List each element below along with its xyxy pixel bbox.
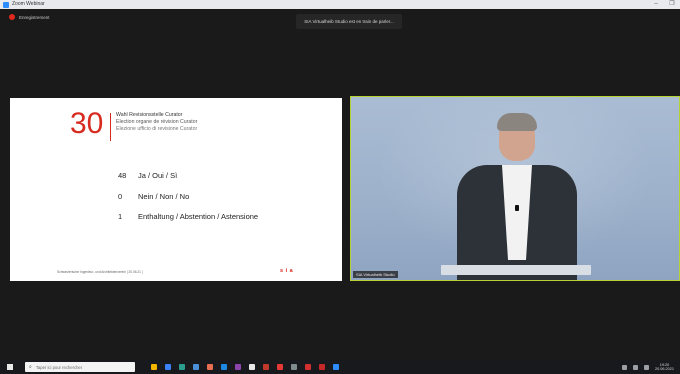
vote-row-no: 0 Nein / Non / No <box>118 192 189 201</box>
taskbar-app-icon[interactable] <box>221 364 227 370</box>
title-italian: Elezione ufficio di revisione Curator <box>116 125 198 132</box>
vote-label: Ja / Oui / Sì <box>138 171 178 180</box>
window-title: Zoom Webinar <box>12 1 45 7</box>
slide-titles: Wahl Revisionsstelle Curator Election or… <box>116 112 197 132</box>
clock[interactable]: 19:20 20.06.2021 <box>655 363 674 372</box>
taskbar-app-icon[interactable] <box>179 364 185 370</box>
network-icon[interactable] <box>621 364 627 370</box>
search-icon: ⌕ <box>29 364 32 370</box>
lectern-papers <box>441 265 591 275</box>
windows-start-icon[interactable] <box>7 364 13 370</box>
taskbar-app-icon[interactable] <box>305 364 311 370</box>
window-title-bar: Zoom Webinar – ❐ <box>0 0 680 9</box>
vote-row-yes: 48 Ja / Oui / Sì <box>118 171 177 180</box>
taskbar-app-icon[interactable] <box>263 364 269 370</box>
vote-label: Nein / Non / No <box>138 192 190 201</box>
clock-date: 20.06.2021 <box>654 367 674 371</box>
vote-label: Enthaltung / Abstention / Astensione <box>138 212 259 221</box>
recording-label: Enregistrement <box>19 14 50 20</box>
shared-slide: 30 Wahl Revisionsstelle Curator Election… <box>10 98 342 281</box>
zoom-app-icon <box>3 1 9 8</box>
active-speaker-banner: SIA Virtualheib Studio est en train de p… <box>296 14 402 29</box>
taskbar-app-icon[interactable] <box>333 364 339 370</box>
vote-count: 48 <box>118 171 127 180</box>
speaker-video[interactable]: SIA Virtualheib Studio <box>350 96 680 281</box>
vote-row-abstention: 1 Enthaltung / Abstention / Astensione <box>118 212 258 221</box>
title-french: Election organe de révision Curator <box>116 118 198 125</box>
taskbar-app-icon[interactable] <box>207 364 213 370</box>
sia-logo: s i a <box>280 268 294 274</box>
taskbar-app-icon[interactable] <box>249 364 255 370</box>
system-tray: 19:20 20.06.2021 <box>621 360 674 374</box>
taskbar-app-icon[interactable] <box>235 364 241 370</box>
record-dot-icon <box>9 14 15 20</box>
taskbar-app-icon[interactable] <box>291 364 297 370</box>
window-controls: – ❐ <box>652 0 676 9</box>
windows-taskbar: ⌕ Taper ici pour rechercher 19:20 20.06.… <box>0 360 680 374</box>
volume-icon[interactable] <box>632 364 638 370</box>
minimize-button[interactable]: – <box>652 0 660 9</box>
video-participant-name: SIA Virtualheib Studio <box>353 271 398 278</box>
vote-count: 1 <box>118 212 123 221</box>
taskbar-app-icon[interactable] <box>165 364 171 370</box>
lapel-mic-icon <box>515 205 519 211</box>
taskbar-apps <box>151 364 339 370</box>
recording-indicator[interactable]: Enregistrement <box>9 14 50 20</box>
taskbar-app-icon[interactable] <box>319 364 325 370</box>
taskbar-app-icon[interactable] <box>151 364 157 370</box>
title-divider <box>110 113 111 141</box>
restore-button[interactable]: ❐ <box>668 0 676 9</box>
title-german: Wahl Revisionsstelle Curator <box>116 112 183 118</box>
speaker-figure <box>447 107 587 280</box>
search-placeholder: Taper ici pour rechercher <box>35 364 83 370</box>
taskbar-app-icon[interactable] <box>193 364 199 370</box>
agenda-number: 30 <box>70 107 104 140</box>
battery-icon[interactable] <box>643 364 649 370</box>
taskbar-search[interactable]: ⌕ Taper ici pour rechercher <box>25 362 135 372</box>
slide-footer: Schweizerische Ingenieur- und Architekte… <box>57 270 143 274</box>
vote-count: 0 <box>118 192 123 201</box>
taskbar-app-icon[interactable] <box>277 364 283 370</box>
